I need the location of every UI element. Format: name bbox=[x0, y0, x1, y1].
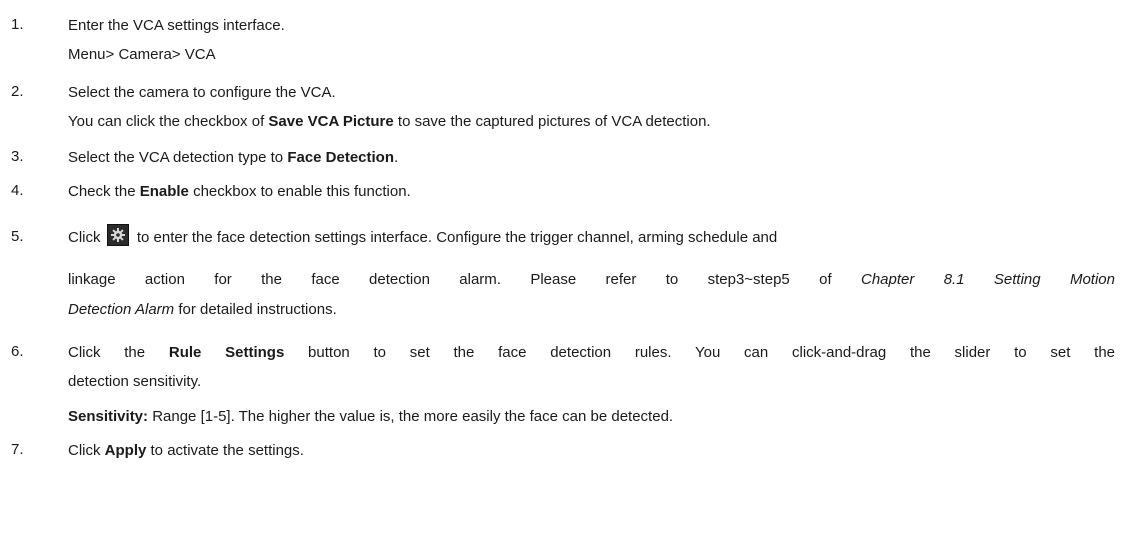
step-number: 5. bbox=[11, 228, 24, 245]
step-text-continued: detection sensitivity. bbox=[68, 373, 202, 390]
chapter-reference: Chapter 8.1 Setting Motion bbox=[860, 271, 1115, 288]
ui-term: Save VCA Picture bbox=[268, 113, 394, 130]
ui-term: Enable bbox=[139, 183, 189, 200]
step-text: Select the camera to configure the VCA. bbox=[68, 84, 336, 101]
step-text-continued: Detection Alarm for detailed instruction… bbox=[68, 301, 337, 318]
step-number: 3. bbox=[11, 148, 24, 165]
menu-path: Menu> Camera> VCA bbox=[68, 46, 216, 63]
step-text: Click Apply to activate the settings. bbox=[68, 442, 304, 459]
step-note: You can click the checkbox of Save VCA P… bbox=[68, 113, 711, 130]
chapter-reference: Detection Alarm bbox=[68, 301, 175, 318]
document-page: 1. Enter the VCA settings interface. Men… bbox=[0, 0, 1121, 553]
step-number: 4. bbox=[11, 182, 24, 199]
ui-term: Sensitivity: bbox=[68, 408, 149, 425]
step-text: Enter the VCA settings interface. bbox=[68, 17, 285, 34]
step-number: 7. bbox=[11, 441, 24, 458]
ui-term: Face Detection bbox=[287, 149, 395, 166]
step-text: Click to enter the face detection settin… bbox=[68, 224, 777, 248]
sensitivity-note: Sensitivity: Range [1-5]. The higher the… bbox=[68, 408, 674, 425]
step-number: 2. bbox=[11, 83, 24, 100]
gear-icon bbox=[106, 224, 129, 246]
step-text-continued: linkage action for the face detection al… bbox=[68, 271, 1115, 288]
step-text: Click the Rule Settings button to set th… bbox=[68, 344, 1116, 361]
step-text: Select the VCA detection type to Face De… bbox=[68, 149, 399, 166]
ui-term: Rule Settings bbox=[168, 344, 285, 361]
step-number: 1. bbox=[11, 16, 24, 33]
ui-term: Apply bbox=[104, 442, 147, 459]
step-number: 6. bbox=[11, 343, 24, 360]
step-text: Check the Enable checkbox to enable this… bbox=[68, 183, 411, 200]
